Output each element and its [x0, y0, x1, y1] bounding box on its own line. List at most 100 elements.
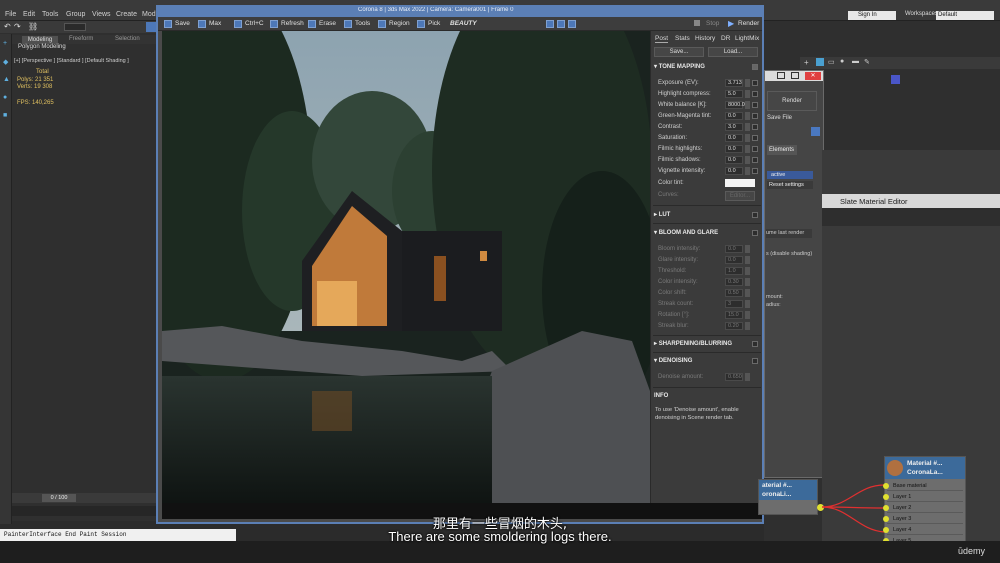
- tone-row-spinner[interactable]: [745, 79, 750, 87]
- render-element-select[interactable]: BEAUTY: [450, 20, 477, 27]
- tone-row-spinner[interactable]: [745, 167, 750, 175]
- erase-button[interactable]: Erase: [319, 20, 336, 27]
- zoom-fit-icon[interactable]: [568, 20, 576, 28]
- save-button[interactable]: Save: [175, 20, 190, 27]
- bloom-enable-checkbox[interactable]: [752, 230, 758, 236]
- tone-row-field[interactable]: 0.0: [725, 134, 743, 142]
- bloom-row-spinner[interactable]: [745, 300, 750, 308]
- hierarchy-tab-icon[interactable]: ▭: [828, 58, 835, 66]
- display-icon[interactable]: ■: [3, 112, 7, 119]
- viewport-perspective[interactable]: ↶ ↷ ⛓ Modeling Freeform Selection Polygo…: [0, 21, 157, 521]
- bloom-row-spinner[interactable]: [745, 256, 750, 264]
- tone-row-checkbox[interactable]: [752, 135, 758, 141]
- stop-icon[interactable]: [694, 20, 700, 26]
- selection-filter-dropdown[interactable]: [64, 23, 86, 31]
- sharpening-enable-checkbox[interactable]: [752, 341, 758, 347]
- color-tint-swatch[interactable]: [725, 179, 755, 187]
- tone-row-field[interactable]: 0.0: [725, 156, 743, 164]
- bloom-row-spinner[interactable]: [745, 322, 750, 330]
- node-layer-slot[interactable]: Base material: [883, 481, 963, 491]
- tab-stats[interactable]: Stats: [675, 35, 690, 42]
- bloom-row-field[interactable]: 0.20: [725, 322, 743, 330]
- render-setup-titlebar[interactable]: ✕: [765, 71, 823, 81]
- tools-button[interactable]: Tools: [355, 20, 370, 27]
- tone-row-checkbox[interactable]: [752, 80, 758, 86]
- tone-row-field[interactable]: 5.0: [725, 90, 743, 98]
- max-icon[interactable]: [198, 20, 206, 28]
- menu-tools[interactable]: Tools: [42, 11, 58, 18]
- denoise-amount-spinner[interactable]: [745, 373, 750, 381]
- max-button[interactable]: Max: [209, 20, 221, 27]
- create-icon[interactable]: +: [3, 40, 7, 47]
- tone-row-spinner[interactable]: [745, 90, 750, 98]
- layer-input-socket[interactable]: [883, 483, 889, 489]
- reset-settings-option[interactable]: Reset settings: [767, 181, 813, 189]
- redo-icon[interactable]: ↷: [14, 23, 22, 31]
- tone-row-field[interactable]: 3.0: [725, 123, 743, 131]
- tone-row-spinner[interactable]: [745, 123, 750, 131]
- interactive-option[interactable]: active: [767, 171, 813, 179]
- copy-button[interactable]: Ctrl+C: [245, 20, 264, 27]
- pick-icon[interactable]: [417, 20, 425, 28]
- tone-row-spinner[interactable]: [745, 134, 750, 142]
- display-tab-icon[interactable]: ▬: [852, 58, 859, 65]
- post-load-button[interactable]: Load...: [708, 47, 758, 57]
- refresh-icon[interactable]: [270, 20, 278, 28]
- tone-row-field[interactable]: 3.713: [725, 79, 743, 87]
- slate-titlebar[interactable]: Slate Material Editor: [822, 194, 1000, 208]
- modify-icon[interactable]: ◆: [3, 58, 8, 66]
- bloom-row-spinner[interactable]: [745, 289, 750, 297]
- bloom-row-field[interactable]: 1.0: [725, 267, 743, 275]
- tone-row-field[interactable]: 0.0: [725, 167, 743, 175]
- tone-row-checkbox[interactable]: [752, 113, 758, 119]
- rendered-image[interactable]: [162, 31, 650, 503]
- tab-dr[interactable]: DR: [721, 35, 730, 42]
- tone-row-spinner[interactable]: [745, 101, 750, 109]
- bloom-row-field[interactable]: 3: [725, 300, 743, 308]
- erase-icon[interactable]: [308, 20, 316, 28]
- region-icon[interactable]: [378, 20, 386, 28]
- layer-input-socket[interactable]: [883, 494, 889, 500]
- create-tab-icon[interactable]: +: [804, 58, 809, 67]
- resume-last-render-button[interactable]: ume last render: [766, 229, 812, 238]
- lut-enable-checkbox[interactable]: [752, 212, 758, 218]
- sign-in-button[interactable]: Sign In: [848, 11, 896, 20]
- post-save-button[interactable]: Save...: [654, 47, 704, 57]
- section-sharpening[interactable]: ▸ SHARPENING/BLURRING: [654, 340, 732, 347]
- save-file-button[interactable]: [811, 127, 820, 136]
- motion-icon[interactable]: ●: [3, 94, 7, 101]
- region-button[interactable]: Region: [389, 20, 410, 27]
- tab-lightmix[interactable]: LightMix: [735, 35, 759, 42]
- tab-history[interactable]: History: [695, 35, 715, 42]
- bloom-row-field[interactable]: 15.0: [725, 311, 743, 319]
- menu-modifiers[interactable]: Modi: [142, 11, 157, 18]
- tone-row-spinner[interactable]: [745, 145, 750, 153]
- menu-file[interactable]: File: [5, 11, 16, 18]
- denoise-amount-field[interactable]: 0.650: [725, 373, 743, 381]
- bloom-row-field[interactable]: 0.0: [725, 256, 743, 264]
- material-node-left[interactable]: aterial #... oronaLi...: [758, 479, 824, 515]
- vfb-title-bar[interactable]: Corona 8 | 3ds Max 2022 | Camera: Camera…: [158, 7, 762, 17]
- bloom-row-spinner[interactable]: [745, 278, 750, 286]
- render-play-icon[interactable]: ▶: [728, 19, 734, 28]
- hierarchy-icon[interactable]: ▲: [3, 76, 10, 83]
- tab-render-elements[interactable]: Elements: [767, 145, 797, 155]
- menu-views[interactable]: Views: [92, 11, 111, 18]
- modify-tab-icon[interactable]: [816, 58, 824, 66]
- tone-row-field[interactable]: 0.0: [725, 112, 743, 120]
- tone-row-field[interactable]: 8000.0: [725, 101, 745, 109]
- section-bloom-glare[interactable]: ▾ BLOOM AND GLARE: [654, 229, 718, 236]
- tab-freeform[interactable]: Freeform: [69, 36, 93, 42]
- zoom-out-icon[interactable]: [557, 20, 565, 28]
- menu-group[interactable]: Group: [66, 11, 85, 18]
- select-move-icon[interactable]: [146, 22, 156, 32]
- layer-input-socket[interactable]: [883, 505, 889, 511]
- render-setup-render-button[interactable]: Render: [767, 91, 817, 111]
- workspace-select[interactable]: Default: [936, 11, 994, 20]
- node-layer-slot[interactable]: Layer 1: [883, 492, 963, 502]
- viewport-label[interactable]: [+] [Perspective ] [Standard ] [Default …: [14, 58, 129, 64]
- copy-icon[interactable]: [234, 20, 242, 28]
- tone-row-checkbox[interactable]: [752, 146, 758, 152]
- timeline-frame[interactable]: 0 / 100: [42, 494, 76, 502]
- tone-mapping-enable-checkbox[interactable]: [752, 64, 758, 70]
